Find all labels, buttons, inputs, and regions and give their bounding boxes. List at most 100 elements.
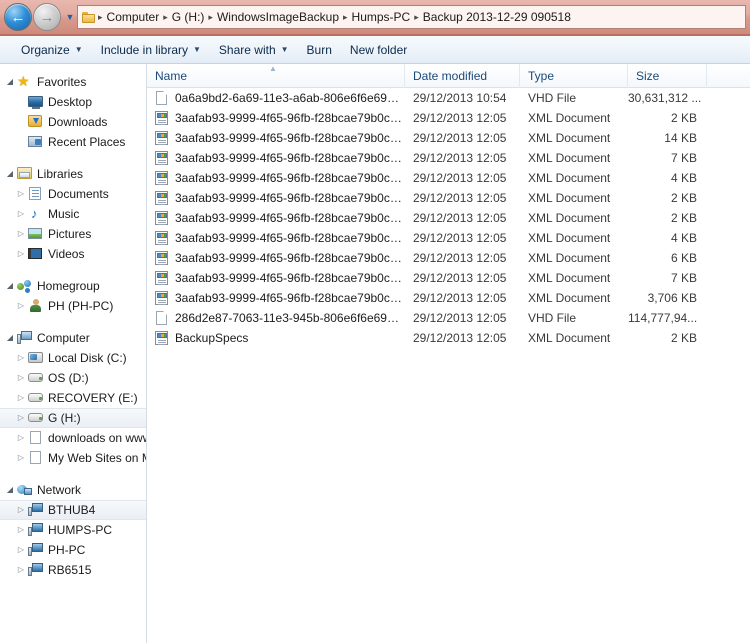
sidebar-item-label: Videos <box>48 247 85 261</box>
sidebar-item-g-h[interactable]: ▷ G (H:) <box>0 408 146 428</box>
file-size-cell: 2 KB <box>670 191 697 205</box>
expand-arrow-closed-icon[interactable]: ▷ <box>15 546 27 554</box>
network-icon <box>16 482 34 498</box>
expand-arrow-closed-icon[interactable]: ▷ <box>15 506 27 514</box>
toolbar-button-organize[interactable]: Organize ▼ <box>12 40 92 60</box>
expand-arrow-closed-icon[interactable]: ▷ <box>15 374 27 382</box>
expand-arrow-closed-icon[interactable]: ▷ <box>15 354 27 362</box>
file-date-modified-cell: 29/12/2013 12:05 <box>413 111 507 125</box>
breadcrumb[interactable]: ▸ Computer ▸ G (H:) ▸ WindowsImageBackup… <box>77 5 746 29</box>
back-button[interactable]: ← <box>4 3 32 31</box>
file-size-cell: 2 KB <box>670 111 697 125</box>
forward-button[interactable]: → <box>33 3 61 31</box>
toolbar-button-new-folder[interactable]: New folder <box>341 40 416 60</box>
toolbar-button-include-in-library[interactable]: Include in library ▼ <box>92 40 210 60</box>
sidebar-item-videos[interactable]: ▷ Videos <box>0 244 146 264</box>
desktop-icon <box>27 94 45 110</box>
table-row[interactable]: 3aafab93-9999-4f65-96fb-f28bcae79b0c_...… <box>147 108 750 128</box>
column-header-type[interactable]: Type <box>520 64 628 88</box>
file-date-modified-cell: 29/12/2013 12:05 <box>413 211 507 225</box>
sidebar-item-rb6515[interactable]: ▷ RB6515 <box>0 560 146 580</box>
sidebar-item-network[interactable]: ◢ Network <box>0 480 146 500</box>
sidebar-item-recent-places[interactable]: Recent Places <box>0 132 146 152</box>
sidebar-item-music[interactable]: ▷ ♪ Music <box>0 204 146 224</box>
column-header-filler <box>707 64 750 88</box>
file-name-cell: 3aafab93-9999-4f65-96fb-f28bcae79b0c_... <box>147 110 405 126</box>
table-row[interactable]: 3aafab93-9999-4f65-96fb-f28bcae79b0c_...… <box>147 148 750 168</box>
libraries-icon <box>16 166 34 182</box>
expand-arrow-open-icon[interactable]: ◢ <box>4 282 16 290</box>
table-row[interactable]: 3aafab93-9999-4f65-96fb-f28bcae79b0c_...… <box>147 228 750 248</box>
column-header-date-modified[interactable]: Date modified <box>405 64 520 88</box>
sidebar-item-documents[interactable]: ▷ Documents <box>0 184 146 204</box>
expand-arrow-closed-icon[interactable]: ▷ <box>15 414 27 422</box>
sidebar-item-downloads-on-www[interactable]: ▷ downloads on www <box>0 428 146 448</box>
expand-arrow-closed-icon[interactable]: ▷ <box>15 394 27 402</box>
sidebar-item-desktop[interactable]: Desktop <box>0 92 146 112</box>
expand-arrow-closed-icon[interactable]: ▷ <box>15 190 27 198</box>
xml-file-icon <box>153 190 170 206</box>
expand-arrow-open-icon[interactable]: ◢ <box>4 486 16 494</box>
sidebar-item-downloads[interactable]: Downloads <box>0 112 146 132</box>
table-row[interactable]: BackupSpecs 29/12/2013 12:05 XML Document 2… <box>147 328 750 348</box>
sidebar-item-humps-pc[interactable]: ▷ HUMPS-PC <box>0 520 146 540</box>
file-name-cell: 3aafab93-9999-4f65-96fb-f28bcae79b0c_... <box>147 190 405 206</box>
sidebar-item-label: PH-PC <box>48 543 86 557</box>
expand-arrow-closed-icon[interactable]: ▷ <box>15 454 27 462</box>
file-name-cell: 3aafab93-9999-4f65-96fb-f28bcae79b0c_... <box>147 150 405 166</box>
blank-file-icon-glyph <box>156 90 167 105</box>
expand-arrow-closed-icon[interactable]: ▷ <box>15 230 27 238</box>
table-row[interactable]: 0a6a9bd2-6a69-11e3-a6ab-806e6f6e6963....… <box>147 88 750 108</box>
sidebar-item-favorites[interactable]: ◢ ★ Favorites <box>0 72 146 92</box>
blank-file-icon <box>153 90 170 106</box>
expand-arrow-closed-icon[interactable]: ▷ <box>15 526 27 534</box>
sidebar-item-ph-pc[interactable]: ▷ PH-PC <box>0 540 146 560</box>
sidebar-item-pictures[interactable]: ▷ Pictures <box>0 224 146 244</box>
sidebar-item-homegroup[interactable]: ◢ Homegroup <box>0 276 146 296</box>
toolbar-button-share-with[interactable]: Share with ▼ <box>210 40 298 60</box>
table-row[interactable]: 3aafab93-9999-4f65-96fb-f28bcae79b0c_...… <box>147 168 750 188</box>
file-type-cell: XML Document <box>528 211 611 225</box>
table-row[interactable]: 286d2e87-7063-11e3-945b-806e6f6e6963....… <box>147 308 750 328</box>
breadcrumb-item-windowsimagebackup[interactable]: WindowsImageBackup <box>214 10 342 24</box>
xml-file-icon-glyph <box>155 330 168 345</box>
drive-icon-glyph <box>28 393 43 402</box>
breadcrumb-item-humps-pc[interactable]: Humps-PC <box>349 10 414 24</box>
sidebar-item-my-web-sites-on-ms[interactable]: ▷ My Web Sites on MS <box>0 448 146 468</box>
libraries-icon-glyph <box>17 167 32 179</box>
sidebar-item-computer[interactable]: ◢ Computer <box>0 328 146 348</box>
user-icon-glyph <box>30 299 41 312</box>
table-row[interactable]: 3aafab93-9999-4f65-96fb-f28bcae79b0c_...… <box>147 128 750 148</box>
expand-arrow-open-icon[interactable]: ◢ <box>4 78 16 86</box>
expand-arrow-closed-icon[interactable]: ▷ <box>15 250 27 258</box>
sidebar-item-label: Music <box>48 207 80 221</box>
sidebar-item-libraries[interactable]: ◢ Libraries <box>0 164 146 184</box>
expand-arrow-closed-icon[interactable]: ▷ <box>15 434 27 442</box>
sidebar-item-recovery-e[interactable]: ▷ RECOVERY (E:) <box>0 388 146 408</box>
expand-arrow-open-icon[interactable]: ◢ <box>4 170 16 178</box>
sidebar-item-ph-ph-pc[interactable]: ▷ PH (PH-PC) <box>0 296 146 316</box>
table-row[interactable]: 3aafab93-9999-4f65-96fb-f28bcae79b0c_...… <box>147 288 750 308</box>
breadcrumb-item-computer[interactable]: Computer <box>104 10 163 24</box>
file-size-cell: 7 KB <box>670 271 697 285</box>
column-header-name[interactable]: Name ▲ <box>147 64 405 88</box>
recent-pages-button[interactable]: ▼ <box>63 12 77 22</box>
expand-arrow-closed-icon[interactable]: ▷ <box>15 302 27 310</box>
sidebar-item-os-d[interactable]: ▷ OS (D:) <box>0 368 146 388</box>
chevron-down-icon: ▼ <box>193 44 201 54</box>
table-row[interactable]: 3aafab93-9999-4f65-96fb-f28bcae79b0c_...… <box>147 268 750 288</box>
toolbar-button-burn[interactable]: Burn <box>298 40 341 60</box>
table-row[interactable]: 3aafab93-9999-4f65-96fb-f28bcae79b0c_...… <box>147 208 750 228</box>
drive-icon-glyph <box>28 373 43 382</box>
expand-arrow-closed-icon[interactable]: ▷ <box>15 210 27 218</box>
table-row[interactable]: 3aafab93-9999-4f65-96fb-f28bcae79b0c_...… <box>147 248 750 268</box>
expand-arrow-closed-icon[interactable]: ▷ <box>15 566 27 574</box>
breadcrumb-item-backup[interactable]: Backup 2013-12-29 090518 <box>420 10 574 24</box>
sidebar-item-local-disk-c[interactable]: ▷ Local Disk (C:) <box>0 348 146 368</box>
breadcrumb-item-drive[interactable]: G (H:) <box>169 10 208 24</box>
table-row[interactable]: 3aafab93-9999-4f65-96fb-f28bcae79b0c_...… <box>147 188 750 208</box>
music-icon: ♪ <box>27 206 45 222</box>
column-header-size[interactable]: Size <box>628 64 707 88</box>
expand-arrow-open-icon[interactable]: ◢ <box>4 334 16 342</box>
sidebar-item-bthub4[interactable]: ▷ BTHUB4 <box>0 500 146 520</box>
